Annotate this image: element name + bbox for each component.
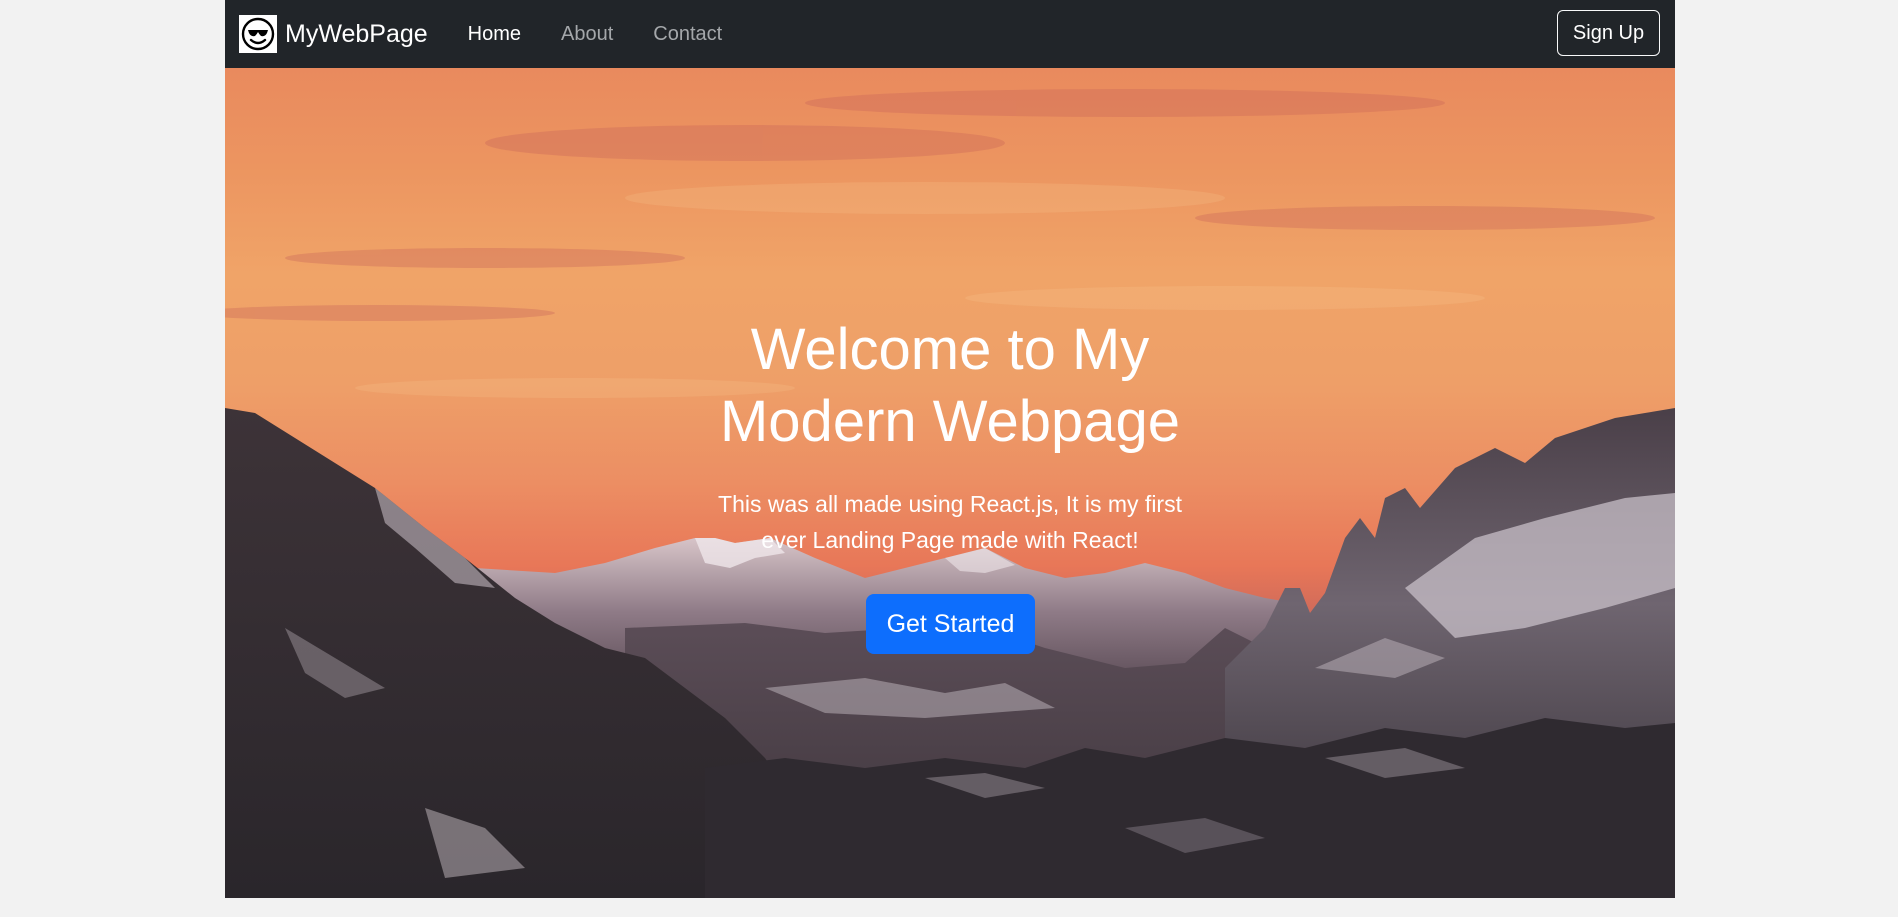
hero-title-line-1: Welcome to My xyxy=(750,317,1150,382)
hero-subtitle-line-1: This was all made using React.js, It is … xyxy=(718,491,1182,517)
hero-section: Welcome to My Modern Webpage This was al… xyxy=(225,68,1675,898)
smiley-sunglasses-icon xyxy=(239,15,277,53)
landing-page: MyWebPage Home About Contact Sign Up Wel… xyxy=(225,0,1675,898)
brand-link[interactable]: MyWebPage xyxy=(239,15,428,53)
get-started-button[interactable]: Get Started xyxy=(866,594,1035,654)
nav-link-contact[interactable]: Contact xyxy=(653,23,722,46)
hero-content: Welcome to My Modern Webpage This was al… xyxy=(225,68,1675,898)
hero-subtitle: This was all made using React.js, It is … xyxy=(700,486,1200,558)
nav-link-home[interactable]: Home xyxy=(468,23,521,46)
navbar: MyWebPage Home About Contact Sign Up xyxy=(225,0,1675,68)
hero-subtitle-line-2: ever Landing Page made with React! xyxy=(761,527,1139,553)
nav-link-about[interactable]: About xyxy=(561,23,613,46)
hero-title-line-2: Modern Webpage xyxy=(719,389,1180,454)
brand-name: MyWebPage xyxy=(285,19,428,48)
hero-title: Welcome to My Modern Webpage xyxy=(700,314,1200,458)
nav-links: Home About Contact xyxy=(468,23,763,46)
sign-up-button[interactable]: Sign Up xyxy=(1557,10,1660,56)
